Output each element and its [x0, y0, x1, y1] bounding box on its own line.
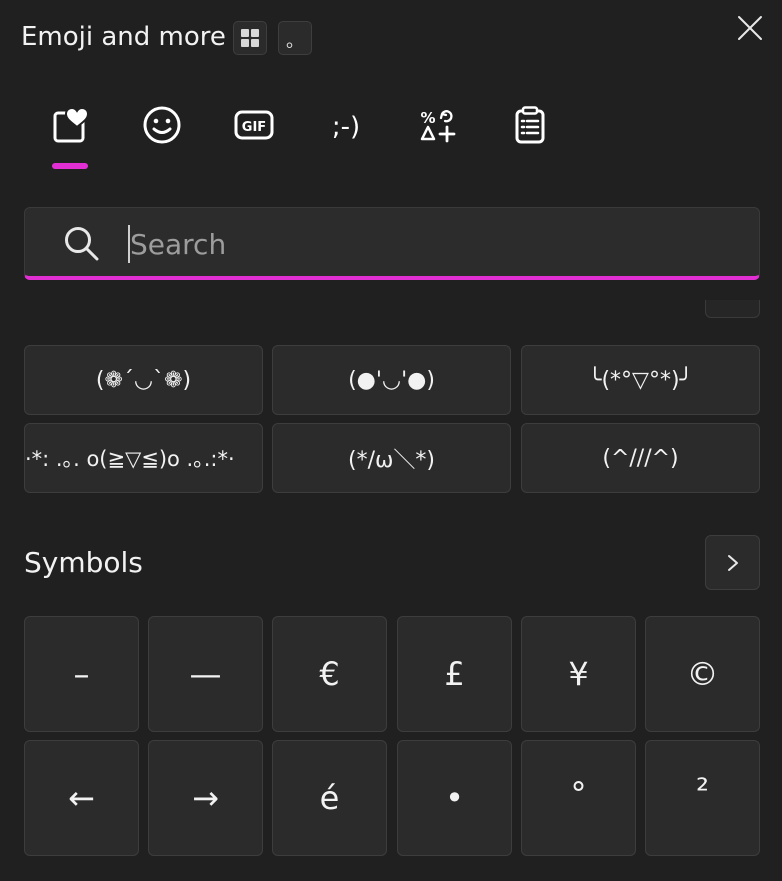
tab-symbols[interactable]: %	[410, 97, 466, 153]
symbol-tile[interactable]: ©	[645, 616, 760, 732]
windows-logo-icon	[241, 29, 259, 47]
close-icon	[738, 16, 762, 40]
kaomoji-tile[interactable]: (^///^)	[521, 423, 760, 493]
panel-title: Emoji and more	[21, 22, 226, 52]
symbol-tile[interactable]: ¥	[521, 616, 636, 732]
symbol-tile[interactable]: ←	[24, 740, 139, 856]
svg-text:%: %	[420, 109, 435, 127]
emoji-panel: Emoji and more 。 GIF ;-) % Search (❁´◡`❁…	[0, 0, 782, 881]
symbol-tile[interactable]: °	[521, 740, 636, 856]
chevron-right-icon	[727, 554, 738, 571]
kaomoji-tile[interactable]: (❁´◡`❁)	[24, 345, 263, 415]
search-box[interactable]	[24, 207, 760, 280]
clipboard-icon	[515, 106, 545, 144]
symbol-tile[interactable]: →	[148, 740, 263, 856]
symbol-tile[interactable]: •	[397, 740, 512, 856]
tab-clipboard[interactable]	[502, 97, 558, 153]
kaomoji-tile[interactable]: ╰(*°▽°*)╯	[521, 345, 760, 415]
scroll-indicator[interactable]	[705, 300, 760, 318]
kaomoji-tile[interactable]: (*/ω＼*)	[272, 423, 511, 493]
tab-favorites[interactable]	[42, 97, 98, 153]
symbol-tile[interactable]: –	[24, 616, 139, 732]
symbol-tile[interactable]: €	[272, 616, 387, 732]
symbol-tile[interactable]: é	[272, 740, 387, 856]
symbols-more-button[interactable]	[705, 535, 760, 590]
tab-kaomoji[interactable]: ;-)	[318, 97, 374, 153]
windows-logo-button[interactable]	[233, 21, 267, 55]
svg-text:GIF: GIF	[242, 120, 266, 135]
ideographic-period-glyph: 。	[286, 31, 304, 52]
search-icon	[65, 227, 99, 261]
kaomoji-icon: ;-)	[332, 112, 360, 142]
symbol-tile[interactable]: —	[148, 616, 263, 732]
selected-tab-indicator	[52, 163, 88, 169]
symbols-section-title: Symbols	[24, 546, 143, 579]
kaomoji-tile[interactable]: ·*: .｡. o(≧▽≦)o .｡.:*·	[24, 423, 263, 493]
symbols-icon: %	[420, 109, 456, 143]
search-input[interactable]	[130, 220, 730, 268]
kaomoji-tile[interactable]: (●'◡'●)	[272, 345, 511, 415]
smiley-icon	[143, 106, 181, 144]
tab-emoji[interactable]	[134, 97, 190, 153]
gif-icon: GIF	[234, 110, 274, 140]
symbol-tile[interactable]: ²	[645, 740, 760, 856]
symbol-tile[interactable]: £	[397, 616, 512, 732]
tab-gif[interactable]: GIF	[226, 97, 282, 153]
svg-text:;-): ;-)	[332, 112, 360, 142]
close-button[interactable]	[732, 10, 768, 46]
heart-frame-icon	[53, 106, 90, 143]
ideographic-period-button[interactable]: 。	[278, 21, 312, 55]
